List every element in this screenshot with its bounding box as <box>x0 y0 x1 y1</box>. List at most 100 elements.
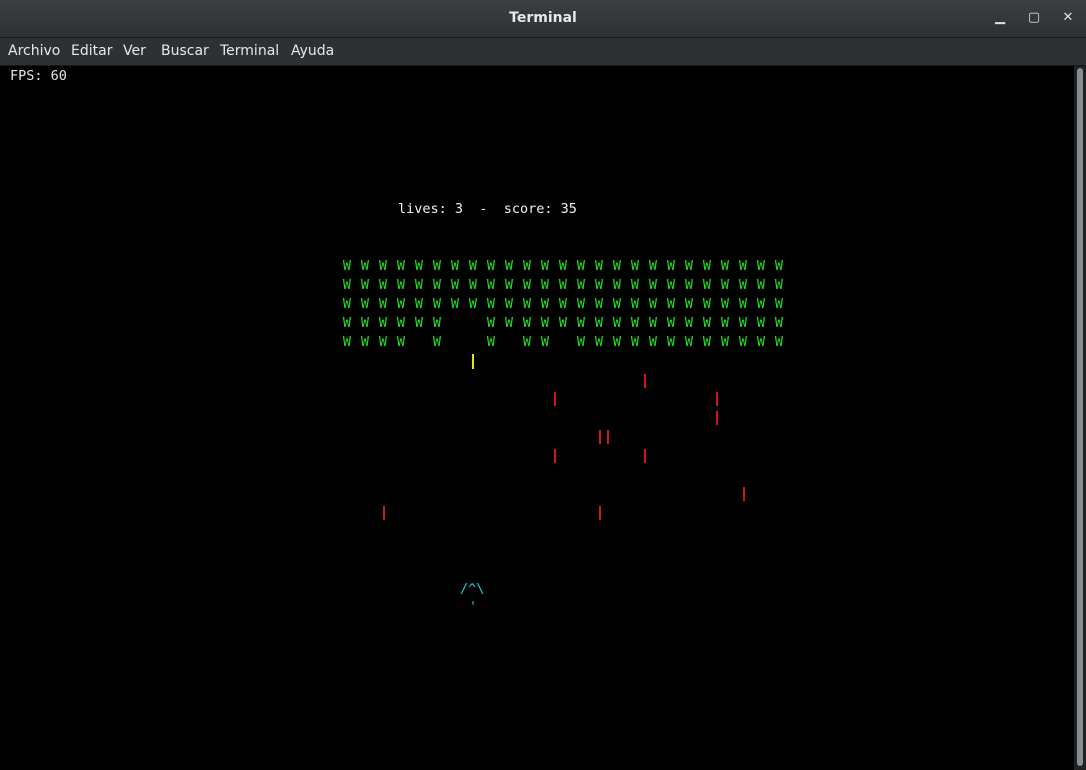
alien: W <box>414 277 424 293</box>
alien: W <box>738 277 748 293</box>
menu-buscar[interactable]: Buscar <box>161 38 209 65</box>
alien: W <box>774 258 784 274</box>
alien: W <box>558 277 568 293</box>
alien: W <box>648 258 658 274</box>
alien: W <box>666 277 676 293</box>
alien: W <box>666 296 676 312</box>
alien: W <box>666 334 676 350</box>
alien: W <box>396 296 406 312</box>
alien: W <box>432 277 442 293</box>
alien: W <box>576 334 586 350</box>
alien: W <box>738 315 748 331</box>
alien: W <box>486 334 496 350</box>
menu-ver[interactable]: Ver <box>123 38 146 65</box>
alien: W <box>648 334 658 350</box>
alien: W <box>378 315 388 331</box>
alien: W <box>576 258 586 274</box>
fps-counter: FPS: 60 <box>10 68 67 84</box>
player-bullet <box>472 354 474 369</box>
alien: W <box>630 277 640 293</box>
enemy-bullet <box>607 430 609 444</box>
alien: W <box>468 258 478 274</box>
alien: W <box>576 296 586 312</box>
scrollbar-thumb[interactable] <box>1077 68 1083 766</box>
alien: W <box>612 258 622 274</box>
minimize-icon[interactable]: ▁ <box>991 9 1009 27</box>
alien: W <box>450 296 460 312</box>
alien: W <box>774 334 784 350</box>
alien: W <box>774 277 784 293</box>
maximize-icon[interactable]: ▢ <box>1025 9 1043 27</box>
alien: W <box>738 258 748 274</box>
alien: W <box>720 334 730 350</box>
alien: W <box>522 277 532 293</box>
alien: W <box>432 334 442 350</box>
alien: W <box>522 258 532 274</box>
alien: W <box>774 296 784 312</box>
alien: W <box>378 296 388 312</box>
alien: W <box>504 258 514 274</box>
alien: W <box>360 296 370 312</box>
alien: W <box>396 258 406 274</box>
alien: W <box>504 315 514 331</box>
alien: W <box>540 334 550 350</box>
enemy-bullet <box>716 392 718 406</box>
alien: W <box>450 277 460 293</box>
enemy-bullet <box>599 430 601 444</box>
alien: W <box>702 334 712 350</box>
alien: W <box>360 258 370 274</box>
enemy-bullet <box>644 374 646 388</box>
alien: W <box>738 334 748 350</box>
alien: W <box>702 296 712 312</box>
alien: W <box>666 258 676 274</box>
alien: W <box>648 296 658 312</box>
alien: W <box>360 277 370 293</box>
alien: W <box>414 296 424 312</box>
alien: W <box>522 296 532 312</box>
alien: W <box>612 334 622 350</box>
enemy-bullet <box>554 392 556 406</box>
alien: W <box>630 296 640 312</box>
alien: W <box>558 315 568 331</box>
enemy-bullet <box>743 487 745 501</box>
enemy-bullet <box>716 411 718 425</box>
alien: W <box>684 334 694 350</box>
alien: W <box>612 277 622 293</box>
alien: W <box>450 258 460 274</box>
close-icon[interactable]: ✕ <box>1059 9 1077 27</box>
alien: W <box>504 277 514 293</box>
player-ship-bottom: ' <box>469 599 478 615</box>
alien: W <box>432 296 442 312</box>
enemy-bullet <box>644 449 646 463</box>
alien: W <box>360 315 370 331</box>
scrollbar[interactable] <box>1074 66 1086 770</box>
alien: W <box>720 296 730 312</box>
alien: W <box>738 296 748 312</box>
enemy-bullet <box>554 449 556 463</box>
alien: W <box>648 315 658 331</box>
alien: W <box>342 277 352 293</box>
alien: W <box>360 334 370 350</box>
terminal-area[interactable]: FPS: 60 lives: 3 - score: 35 WWWWWWWWWWW… <box>0 66 1074 770</box>
alien: W <box>522 334 532 350</box>
lives-label: lives: <box>398 201 447 217</box>
alien: W <box>702 277 712 293</box>
alien: W <box>594 315 604 331</box>
alien: W <box>630 315 640 331</box>
alien: W <box>756 258 766 274</box>
alien: W <box>558 258 568 274</box>
menu-ayuda[interactable]: Ayuda <box>291 38 334 65</box>
alien: W <box>612 315 622 331</box>
menu-terminal[interactable]: Terminal <box>220 38 279 65</box>
alien: W <box>774 315 784 331</box>
menu-archivo[interactable]: Archivo <box>8 38 60 65</box>
alien: W <box>342 296 352 312</box>
alien: W <box>342 334 352 350</box>
score-label: score: <box>503 201 553 217</box>
alien: W <box>612 296 622 312</box>
menu-editar[interactable]: Editar <box>71 38 112 65</box>
alien: W <box>540 296 550 312</box>
window-title: Terminal <box>509 10 577 26</box>
alien: W <box>684 277 694 293</box>
title-bar[interactable]: Terminal ▁ ▢ ✕ <box>0 0 1086 38</box>
